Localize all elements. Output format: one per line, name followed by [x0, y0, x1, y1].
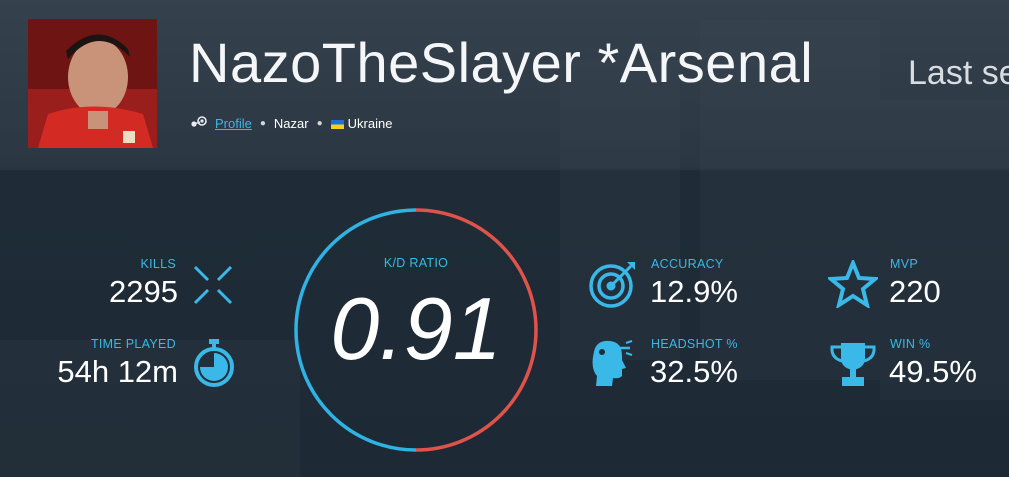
mvp-value: 220	[889, 274, 941, 309]
accuracy-label: ACCURACY	[651, 257, 724, 271]
time-played-label: TIME PLAYED	[90, 337, 176, 351]
target-icon	[587, 260, 637, 313]
real-name: Nazar	[273, 116, 309, 131]
star-icon	[825, 257, 881, 313]
profile-meta: Profile ● Nazar ● Ukraine	[189, 116, 392, 131]
headshot-icon	[586, 338, 636, 393]
last-seen: Last se	[908, 54, 1009, 92]
separator-dot: ●	[259, 118, 266, 129]
country: Ukraine	[330, 116, 392, 131]
kills-value: 2295	[109, 274, 178, 309]
steam-icon	[189, 116, 207, 131]
stopwatch-icon	[192, 338, 236, 393]
kills-label: KILLS	[140, 257, 176, 271]
player-name: NazoTheSlayer *Arsenal	[189, 31, 814, 94]
ukraine-flag-icon	[330, 120, 344, 130]
mvp-label: MVP	[890, 257, 918, 271]
headshot-value: 32.5%	[650, 354, 738, 389]
kd-ratio-value: 0.91	[330, 279, 502, 378]
kd-ratio-label: K/D RATIO	[383, 256, 449, 270]
win-value: 49.5%	[889, 354, 977, 389]
headshot-label: HEADSHOT %	[651, 337, 738, 351]
trophy-icon	[828, 340, 878, 393]
avatar	[28, 19, 157, 148]
win-label: WIN %	[890, 337, 931, 351]
profile-link[interactable]: Profile	[215, 116, 252, 131]
accuracy-value: 12.9%	[650, 274, 738, 309]
separator-dot: ●	[316, 118, 323, 129]
kills-cross-icon	[192, 264, 234, 311]
time-played-value: 54h 12m	[57, 354, 178, 389]
